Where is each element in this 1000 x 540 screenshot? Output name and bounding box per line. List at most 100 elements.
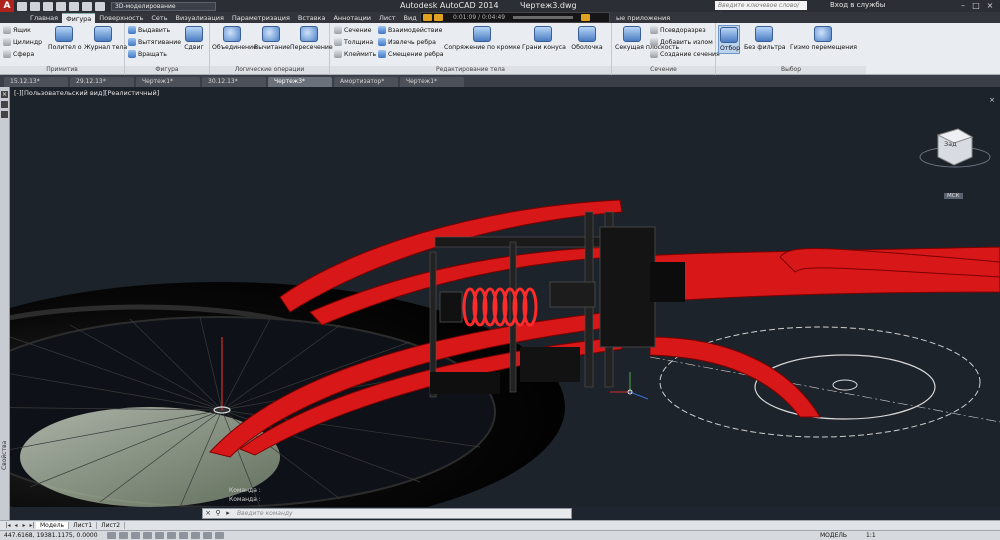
taper-faces-button[interactable]: Грани конуса [522,26,566,51]
ribbon-tab[interactable]: Главная [26,13,62,23]
slice-button[interactable]: Сечение [334,26,371,34]
viewport-controls-label[interactable]: [-][Пользовательский вид][Реалистичный] [14,89,159,97]
document-tab[interactable]: 15.12.13* [4,77,68,87]
ribbon-tab-featured-apps[interactable]: ые приложения [616,13,670,23]
move-gizmo-button[interactable]: Гизмо перемещения [790,26,857,51]
sweep-button[interactable]: Сдвиг [181,26,207,51]
tab-layout2[interactable]: Лист2 [97,522,126,529]
sphere-button[interactable]: Сфера [3,50,34,58]
subtract-button[interactable]: Вычитание [254,26,290,51]
last-layout-icon[interactable]: ▸| [28,522,36,529]
wcs-menu[interactable]: МСК [944,193,963,199]
document-tab[interactable]: Чертеж3* [268,77,332,87]
ribbon-tab[interactable]: Визуализация [172,13,228,23]
extract-edges-button[interactable]: Извлечь ребра [378,38,436,46]
document-tab[interactable]: Чертеж1* [400,77,464,87]
ortho-icon[interactable] [131,532,140,539]
media-pause-icon[interactable] [434,14,443,21]
section-plane-button[interactable]: Секущая плоскость [615,26,679,51]
save-icon[interactable] [43,1,53,11]
grid-icon[interactable] [119,532,128,539]
ribbon-tab[interactable]: Фигура [62,13,96,23]
first-layout-icon[interactable]: |◂ [4,522,12,529]
ribbon-tab[interactable]: Параметризация [228,13,294,23]
ribbon-tab[interactable]: Поверхность [95,13,147,23]
ribbon-tab[interactable]: Вставка [294,13,330,23]
drawing-viewport[interactable]: [-][Пользовательский вид][Реалистичный] [10,87,1000,507]
document-tab[interactable]: Амортизатор* [334,77,398,87]
snap-icon[interactable] [107,532,116,539]
ribbon-tab[interactable]: Лист [375,13,399,23]
extrude-button[interactable]: Выдавить [128,26,170,34]
document-tab[interactable]: 29.12.13* [70,77,134,87]
new-file-icon[interactable] [17,1,27,11]
media-forward-icon[interactable] [581,14,591,21]
next-layout-icon[interactable]: ▸ [20,522,28,529]
union-button[interactable]: Объединение [212,26,257,51]
dyn-icon[interactable] [203,532,212,539]
culling-button[interactable]: Отбор [718,25,740,54]
presspull-button[interactable]: Вытягивание [128,38,181,46]
ribbon-tab[interactable]: Сеть [147,13,171,23]
search-input[interactable]: Введите ключевое слово/фразу [715,1,807,18]
otrack-icon[interactable] [179,532,188,539]
model-space-button[interactable]: МОДЕЛЬ [820,532,847,539]
live-section-button[interactable]: Псевдоразрез [650,26,706,34]
viewport-close-icon[interactable]: × [988,96,996,104]
3d-osnap-icon[interactable] [167,532,176,539]
command-prompt-icon[interactable]: ▸ [223,509,233,518]
interfere-button[interactable]: Взаимодействие [378,26,442,34]
command-close-icon[interactable]: × [203,509,213,518]
maximize-icon[interactable]: □ [971,1,981,10]
viewcube-face-label[interactable]: Зад [944,140,957,148]
close-icon[interactable]: × [985,1,995,10]
move-gizmo-icon [814,26,832,42]
polar-icon[interactable] [143,532,152,539]
annotation-scale[interactable]: 1:1 [866,532,876,539]
fillet-edge-button[interactable]: Сопряжение по кромке [444,26,520,51]
tab-layout1[interactable]: Лист1 [69,522,98,529]
shell-button[interactable]: Оболочка [568,26,606,51]
save-as-icon[interactable] [56,1,66,11]
box-button[interactable]: Ящик [3,26,31,34]
section-plane-icon [623,26,641,42]
prev-layout-icon[interactable]: ◂ [12,522,20,529]
media-stop-icon[interactable] [423,14,432,21]
ducs-icon[interactable] [191,532,200,539]
intersect-button[interactable]: Пересечение [290,26,333,51]
no-filter-button[interactable]: Без фильтра [744,26,786,51]
polysolid-button[interactable]: Полител о [48,26,82,51]
revolve-button[interactable]: Вращать [128,50,167,58]
redo-icon[interactable] [95,1,105,11]
generate-section-button[interactable]: Создание сечения [650,50,720,58]
cylinder-button[interactable]: Цилиндр [3,38,42,46]
command-settings-icon[interactable]: ⚲ [213,509,223,518]
osnap-icon[interactable] [155,532,164,539]
properties-palette-label[interactable]: Свойства [1,441,8,470]
open-file-icon[interactable] [30,1,40,11]
palette-settings-icon[interactable] [1,111,8,118]
ribbon-tab[interactable]: Аннотации [329,13,375,23]
imprint-button[interactable]: Клеймить [334,50,376,58]
solid-history-button[interactable]: Журнал тела [84,26,127,51]
thicken-button[interactable]: Толщина [334,38,373,46]
media-progress-bar[interactable] [513,16,574,19]
offset-edges-button[interactable]: Смещение ребра [378,50,444,58]
minimize-icon[interactable]: – [958,1,968,10]
command-input[interactable]: Введите команду [237,510,293,517]
ribbon-tab[interactable]: Вид [400,13,421,23]
undo-icon[interactable] [82,1,92,11]
command-line[interactable]: × ⚲ ▸ Введите команду [202,508,572,519]
document-tab[interactable]: 30.12.13* [202,77,266,87]
print-icon[interactable] [69,1,79,11]
lineweight-icon[interactable] [215,532,224,539]
add-jog-button[interactable]: Добавить излом [650,38,713,46]
palette-close-icon[interactable]: × [1,91,8,98]
coordinates-readout[interactable]: 447.6168, 19381.1175, 0.0000 [4,532,104,539]
tab-model[interactable]: Модель [36,522,70,529]
palette-pin-icon[interactable] [1,101,8,108]
workspace-dropdown[interactable]: 3D-моделирование [111,1,216,11]
autocad-logo-icon[interactable]: A [0,0,14,12]
document-tab[interactable]: Чертеж1* [136,77,200,87]
sign-in-button[interactable]: Вход в службы [830,1,885,9]
